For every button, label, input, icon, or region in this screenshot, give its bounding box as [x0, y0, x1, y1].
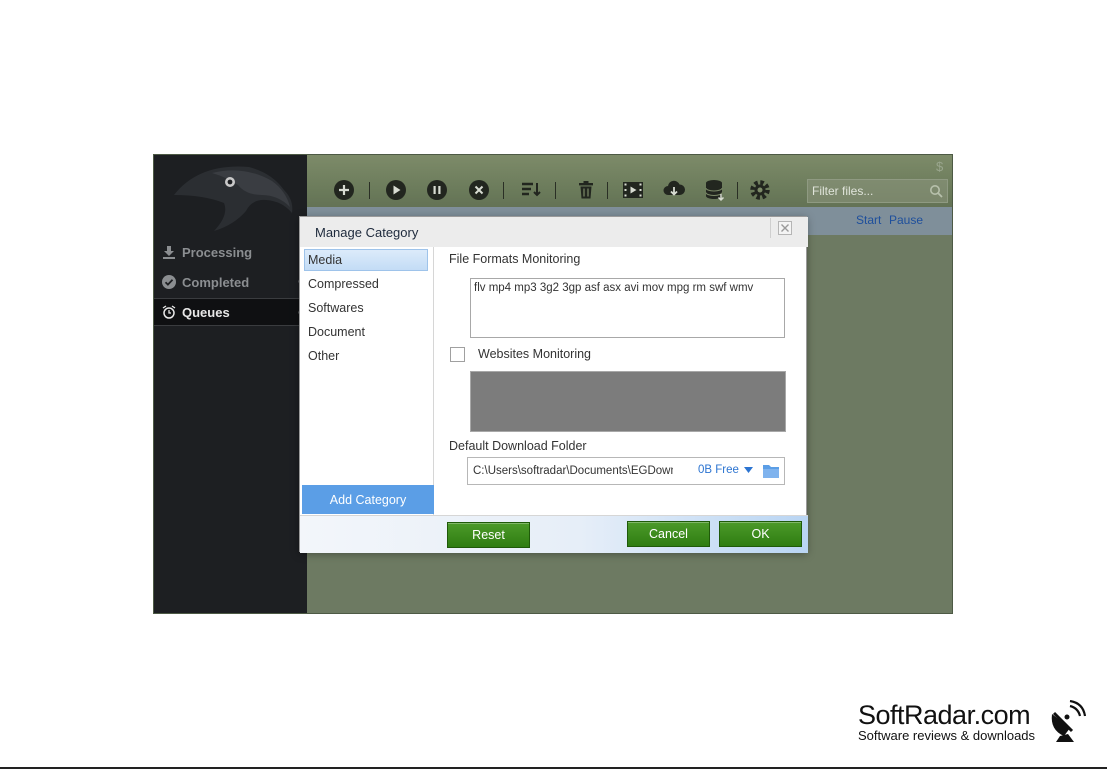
delete-button[interactable] — [573, 177, 599, 203]
softradar-watermark: SoftRadar.com Software reviews & downloa… — [858, 700, 1035, 743]
stop-button[interactable] — [466, 177, 492, 203]
cancel-button[interactable]: Cancel — [627, 521, 710, 547]
pause-button[interactable] — [424, 177, 450, 203]
free-space-dropdown[interactable]: 0B Free — [698, 464, 753, 476]
start-column-link[interactable]: Start — [856, 213, 881, 227]
database-icon — [705, 180, 725, 202]
play-icon — [386, 180, 406, 200]
database-button[interactable] — [702, 177, 728, 203]
download-folder-field[interactable]: C:\Users\softradar\Documents\EGDownloads… — [467, 457, 785, 485]
cloud-download-icon — [663, 180, 686, 196]
sort-button[interactable] — [518, 177, 544, 203]
alarm-clock-icon — [162, 305, 176, 319]
category-item-compressed[interactable]: Compressed — [304, 273, 428, 295]
settings-button[interactable] — [747, 177, 773, 203]
video-icon — [623, 182, 643, 198]
sidebar-item-processing[interactable]: Processing — [154, 238, 307, 266]
websites-textarea — [470, 371, 786, 432]
watermark-subtitle: Software reviews & downloads — [858, 728, 1036, 743]
dollar-icon[interactable]: $ — [929, 157, 951, 175]
pause-column-link[interactable]: Pause — [889, 213, 923, 227]
dialog-title-bar: Manage Category — [300, 217, 808, 247]
free-space-value: 0B Free — [698, 464, 739, 476]
stop-icon — [469, 180, 489, 200]
play-button[interactable] — [383, 177, 409, 203]
search-icon — [930, 185, 943, 198]
category-list: Media Compressed Softwares Document Othe… — [300, 247, 434, 515]
toolbar-divider — [503, 182, 504, 199]
websites-monitoring-label: Websites Monitoring — [478, 347, 592, 361]
sort-icon — [522, 182, 541, 197]
manage-category-dialog: Manage Category Media Compressed Softwar… — [299, 216, 808, 553]
sidebar-item-completed[interactable]: Completed — [154, 268, 312, 296]
filter-placeholder: Filter files... — [812, 184, 874, 198]
category-item-media[interactable]: Media — [304, 249, 428, 271]
toolbar-divider — [555, 182, 556, 199]
add-category-button[interactable]: Add Category — [302, 485, 434, 514]
file-formats-textarea[interactable]: flv mp4 mp3 3g2 3gp asf asx avi mov mpg … — [470, 278, 785, 338]
video-grabber-button[interactable] — [620, 177, 646, 203]
download-icon — [163, 246, 175, 259]
reset-button[interactable]: Reset — [447, 522, 530, 548]
gear-icon — [750, 180, 770, 200]
dialog-close-button[interactable] — [770, 218, 798, 238]
trash-icon — [579, 181, 593, 199]
svg-text:$: $ — [936, 159, 944, 173]
add-button[interactable] — [331, 177, 357, 203]
default-folder-label: Default Download Folder — [449, 439, 587, 453]
category-item-softwares[interactable]: Softwares — [304, 297, 428, 319]
cloud-download-button[interactable] — [661, 177, 687, 203]
toolbar-divider — [607, 182, 608, 199]
close-icon — [777, 221, 792, 235]
eagle-logo-icon — [154, 155, 307, 241]
filter-files-input[interactable]: Filter files... — [807, 179, 948, 203]
check-circle-icon — [162, 275, 176, 289]
sidebar-item-label: Completed — [182, 274, 250, 290]
dialog-footer: Reset Cancel OK — [300, 515, 808, 553]
folder-icon[interactable] — [762, 463, 780, 479]
pause-icon — [427, 180, 447, 200]
chevron-down-icon — [743, 467, 753, 473]
category-item-other[interactable]: Other — [304, 345, 428, 367]
toolbar-divider — [369, 182, 370, 199]
folder-path-input[interactable]: C:\Users\softradar\Documents\EGDownloads — [473, 465, 673, 477]
toolbar-divider — [737, 182, 738, 199]
sidebar: Processing Completed Queues — [154, 155, 312, 613]
ok-button[interactable]: OK — [719, 521, 802, 547]
sidebar-item-label: Processing — [182, 244, 253, 260]
watermark-title: SoftRadar.com — [858, 700, 1031, 730]
websites-monitoring-checkbox[interactable] — [450, 347, 465, 362]
add-icon — [334, 180, 354, 200]
sidebar-item-label: Queues — [182, 304, 230, 320]
category-item-document[interactable]: Document — [304, 321, 428, 343]
file-formats-label: File Formats Monitoring — [449, 252, 581, 266]
dialog-title: Manage Category — [315, 225, 419, 240]
sidebar-item-queues[interactable]: Queues — [154, 298, 312, 326]
satellite-dish-icon — [1051, 700, 1086, 742]
